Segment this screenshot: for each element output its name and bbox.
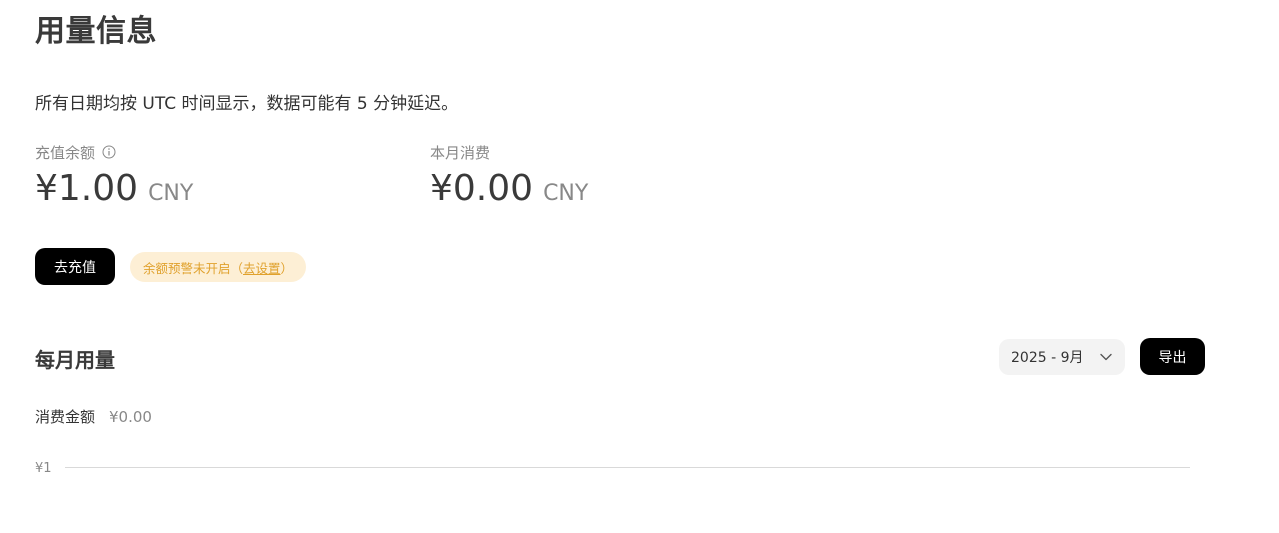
monthly-spend-label: 本月消费 <box>430 143 491 162</box>
usage-chart: ¥1 <box>35 461 1190 476</box>
page-title: 用量信息 <box>35 14 157 49</box>
monthly-spend-label-row: 本月消费 <box>430 142 588 162</box>
y-tick-label: ¥1 <box>35 461 52 476</box>
monthly-spend-currency: CNY <box>543 181 589 206</box>
balance-alert-badge: 余额预警未开启（ 去设置） <box>130 252 307 282</box>
monthly-spend-value: ¥0.00 CNY <box>430 168 588 209</box>
chevron-down-icon <box>1099 350 1113 364</box>
balance-amount: ¥1.00 <box>35 168 139 209</box>
usage-page: 用量信息 所有日期均按 UTC 时间显示，数据可能有 5 分钟延迟。 充值余额 … <box>0 0 1279 533</box>
info-icon[interactable] <box>102 145 116 159</box>
export-button[interactable]: 导出 <box>1140 338 1205 375</box>
monthly-usage-title: 每月用量 <box>35 348 115 372</box>
balance-currency: CNY <box>148 181 194 206</box>
balance-card: 充值余额 ¥1.00 CNY <box>35 142 193 210</box>
balance-label: 充值余额 <box>35 143 96 162</box>
spend-label: 消费金额 <box>35 408 96 426</box>
month-select[interactable]: 2025 - 9月 <box>999 339 1125 375</box>
monthly-spend-amount: ¥0.00 <box>430 168 534 209</box>
monthly-spend-card: 本月消费 ¥0.00 CNY <box>430 142 588 210</box>
alert-text: 余额预警未开启（ <box>143 260 244 276</box>
alert-suffix: ） <box>280 260 294 276</box>
topup-button[interactable]: 去充值 <box>35 248 115 285</box>
balance-label-row: 充值余额 <box>35 142 193 162</box>
balance-value: ¥1.00 CNY <box>35 168 193 209</box>
spend-value: ¥0.00 <box>109 407 152 426</box>
spend-summary: 消费金额 ¥0.00 <box>35 406 152 427</box>
alert-settings-link[interactable]: 去设置 <box>243 258 281 277</box>
month-select-value: 2025 - 9月 <box>1011 350 1084 366</box>
utc-notice: 所有日期均按 UTC 时间显示，数据可能有 5 分钟延迟。 <box>35 94 459 114</box>
